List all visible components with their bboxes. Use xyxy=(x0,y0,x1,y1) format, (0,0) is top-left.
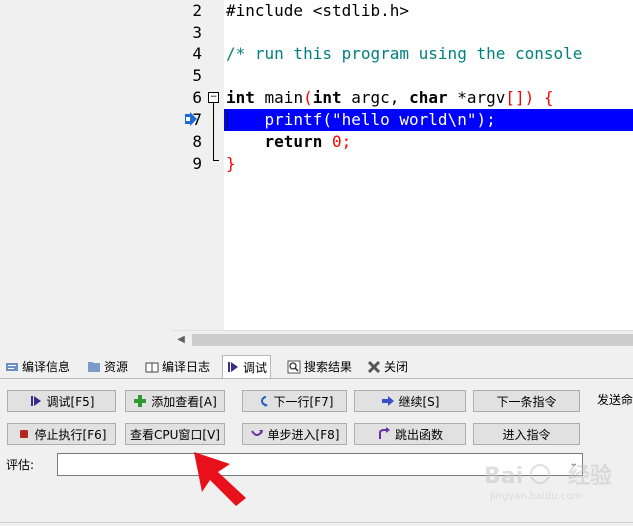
svg-text:jingyan.baidu.com: jingyan.baidu.com xyxy=(489,491,582,502)
svg-text:Bai: Bai xyxy=(484,464,523,489)
tab-close[interactable]: 关闭 xyxy=(364,356,411,377)
step-out-icon xyxy=(378,427,390,439)
line-number: 2 xyxy=(192,1,202,20)
bottom-divider xyxy=(0,522,633,523)
tab-compile-log[interactable]: 编译日志 xyxy=(142,356,213,377)
close-icon xyxy=(367,360,381,373)
tab-compile-info[interactable]: 编译信息 xyxy=(2,356,73,377)
current-line-arrow-icon xyxy=(185,112,197,126)
debug-icon xyxy=(30,396,41,406)
continue-button[interactable]: 继续[S] xyxy=(354,390,466,412)
left-panel xyxy=(0,0,172,348)
step-over-icon xyxy=(260,396,268,407)
svg-text:经验: 经验 xyxy=(568,463,612,489)
debug-icon xyxy=(228,362,238,372)
into-instruction-button[interactable]: 进入指令 xyxy=(473,423,580,445)
code-line-7: printf("hello world\n"); xyxy=(226,110,496,129)
next-instruction-button[interactable]: 下一条指令 xyxy=(473,390,580,412)
fold-toggle[interactable]: − xyxy=(208,92,219,103)
bottom-tab-strip: 编译信息 资源 编译日志 调试 搜索结果 关闭 xyxy=(0,354,633,379)
send-command-label: 发送命 xyxy=(597,393,633,407)
line-number: 6 xyxy=(192,88,202,107)
compile-log-icon xyxy=(145,362,159,372)
continue-arrow-icon xyxy=(381,396,394,406)
plus-icon xyxy=(134,395,147,407)
tab-debug[interactable]: 调试 xyxy=(222,355,272,378)
view-cpu-window-button[interactable]: 查看CPU窗口[V] xyxy=(125,423,225,445)
line-number: 8 xyxy=(192,132,202,151)
compile-info-icon xyxy=(6,362,18,371)
step-into-button[interactable]: 单步进入[F8] xyxy=(242,423,347,445)
red-pointer-arrow-icon xyxy=(194,452,246,506)
baidu-watermark-logo: Bai 经验 jingyan.baidu.com xyxy=(484,463,612,502)
line-number: 9 xyxy=(192,154,202,173)
code-line-2: #include <stdlib.h> xyxy=(226,1,410,20)
debug-button[interactable]: 调试[F5] xyxy=(7,390,116,412)
horizontal-scrollbar[interactable]: ◀ xyxy=(172,330,633,349)
code-line-6: int main(int argc, char *argv[]) { xyxy=(226,88,554,107)
fold-line xyxy=(213,103,214,161)
line-number: 4 xyxy=(192,44,202,63)
code-line-9: } xyxy=(226,154,236,173)
resources-icon xyxy=(88,361,100,372)
step-out-button[interactable]: 跳出函数 xyxy=(354,423,466,445)
stop-icon xyxy=(19,430,28,438)
fold-end xyxy=(213,160,219,161)
code-line-4: /* run this program using the console xyxy=(226,44,583,63)
line-number: 5 xyxy=(192,66,202,85)
tab-search-results[interactable]: 搜索结果 xyxy=(284,356,355,377)
code-line-8: return 0; xyxy=(226,132,352,151)
stop-execution-button[interactable]: 停止执行[F6] xyxy=(7,423,116,445)
tab-resources[interactable]: 资源 xyxy=(84,356,131,377)
evaluate-label: 评估: xyxy=(6,458,35,472)
search-results-icon xyxy=(287,360,301,373)
next-line-button[interactable]: 下一行[F7] xyxy=(242,390,347,412)
add-watch-button[interactable]: 添加查看[A] xyxy=(125,390,225,412)
scroll-left-icon[interactable]: ◀ xyxy=(172,331,190,349)
scrollbar-thumb[interactable] xyxy=(192,334,633,346)
step-into-icon xyxy=(250,430,263,436)
line-number: 3 xyxy=(192,23,202,42)
